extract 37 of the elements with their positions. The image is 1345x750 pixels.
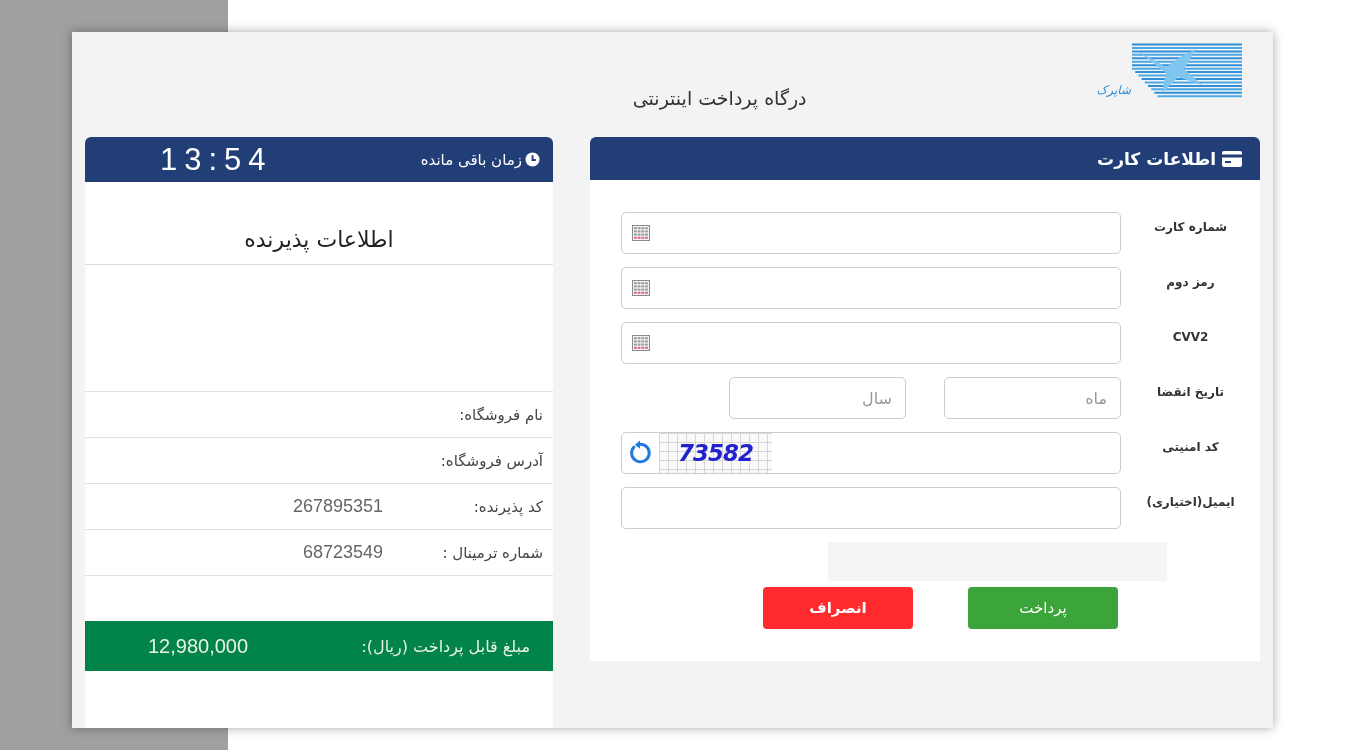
logo-text: شاپرک bbox=[1096, 83, 1131, 97]
month-field[interactable]: ماه bbox=[944, 377, 1121, 419]
field-label: شماره کارت bbox=[1154, 220, 1227, 234]
input-field[interactable] bbox=[621, 322, 1121, 364]
keypad-icon[interactable] bbox=[632, 280, 650, 296]
field-label: کد امنیتی bbox=[1162, 440, 1219, 454]
info-label: شماره ترمینال : bbox=[442, 543, 543, 562]
captcha-code: 73582 bbox=[659, 433, 772, 473]
info-label: نام فروشگاه: bbox=[459, 405, 543, 424]
field-label: CVV2 bbox=[1172, 330, 1209, 344]
keypad-icon[interactable] bbox=[632, 225, 650, 241]
info-label: آدرس فروشگاه: bbox=[440, 451, 543, 470]
captcha-field[interactable]: 73582 bbox=[621, 432, 1121, 474]
field-label: رمز دوم bbox=[1166, 275, 1215, 289]
info-value: 267895351 bbox=[292, 496, 383, 517]
field-label: ایمیل(اختیاری) bbox=[1146, 495, 1235, 509]
page-title: درگاه پرداخت اینترنتی bbox=[632, 87, 807, 109]
clock-icon bbox=[525, 152, 540, 167]
timer-label: زمان باقی مانده bbox=[420, 150, 522, 169]
keypad-icon[interactable] bbox=[632, 335, 650, 351]
amount-label: مبلغ قابل پرداخت (ریال): bbox=[361, 636, 530, 656]
info-label: کد پذیرنده: bbox=[473, 497, 543, 516]
cancel-button[interactable]: انصراف bbox=[763, 587, 913, 629]
year-field[interactable]: سال bbox=[729, 377, 906, 419]
section-title: اطلاعات پذیرنده bbox=[244, 227, 394, 252]
input-field[interactable] bbox=[621, 212, 1121, 254]
panel-title: اطلاعات کارت bbox=[1097, 148, 1216, 169]
credit-card-icon bbox=[1222, 150, 1242, 167]
countdown-timer: 13:54 bbox=[160, 141, 273, 178]
field-label: تاریخ انقضا bbox=[1157, 385, 1224, 399]
email-field[interactable] bbox=[621, 487, 1121, 529]
input-field[interactable] bbox=[621, 267, 1121, 309]
pay-button[interactable]: پرداخت bbox=[968, 587, 1118, 629]
refresh-icon[interactable] bbox=[627, 440, 653, 466]
amount-value: 12,980,000 bbox=[148, 634, 249, 658]
info-value: 68723549 bbox=[302, 542, 383, 563]
striped-bird-logo-icon bbox=[1132, 43, 1242, 99]
